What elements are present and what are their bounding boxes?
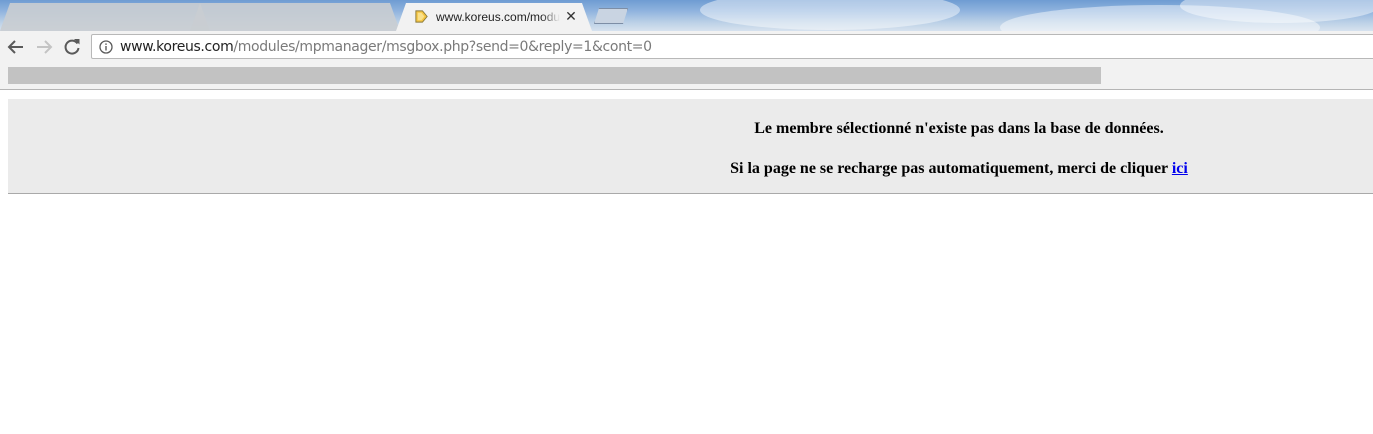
url-path: /modules/mpmanager/msgbox.php?send=0&rep… <box>233 39 652 55</box>
new-tab-button[interactable] <box>594 8 628 24</box>
background-cloud <box>700 0 960 30</box>
address-bar[interactable]: www.koreus.com/modules/mpmanager/msgbox.… <box>91 34 1373 59</box>
tab-inactive-2[interactable] <box>190 3 400 31</box>
message-box: Le membre sélectionné n'existe pas dans … <box>8 99 1373 194</box>
bookmarks-bar <box>0 62 1373 90</box>
close-tab-icon[interactable]: ✕ <box>564 9 578 23</box>
reload-icon[interactable] <box>61 36 83 58</box>
tab-inactive-1[interactable] <box>0 3 210 31</box>
reload-notice: Si la page ne se recharge pas automatiqu… <box>8 160 1373 178</box>
url-host: www.koreus.com <box>120 39 234 55</box>
error-message: Le membre sélectionné n'existe pas dans … <box>754 120 1164 137</box>
browser-toolbar: www.koreus.com/modules/mpmanager/msgbox.… <box>0 31 1373 62</box>
reload-notice-text: Si la page ne se recharge pas automatiqu… <box>730 160 1172 177</box>
tab-strip: www.koreus.com/modules/mpmanager/msgbox.… <box>0 0 1373 31</box>
reload-link[interactable]: ici <box>1172 160 1188 177</box>
info-icon[interactable] <box>99 40 113 54</box>
tab-title: www.koreus.com/modules/mpmanager/msgbox.… <box>436 10 560 24</box>
forward-arrow-icon[interactable] <box>33 36 55 58</box>
tab-active[interactable]: www.koreus.com/modules/mpmanager/msgbox.… <box>396 3 592 31</box>
koreus-favicon-icon <box>414 9 429 24</box>
back-arrow-icon[interactable] <box>5 36 27 58</box>
page-content: Le membre sélectionné n'existe pas dans … <box>0 90 1373 434</box>
redacted-bookmarks <box>8 67 1101 84</box>
url-text[interactable]: www.koreus.com/modules/mpmanager/msgbox.… <box>120 39 652 55</box>
